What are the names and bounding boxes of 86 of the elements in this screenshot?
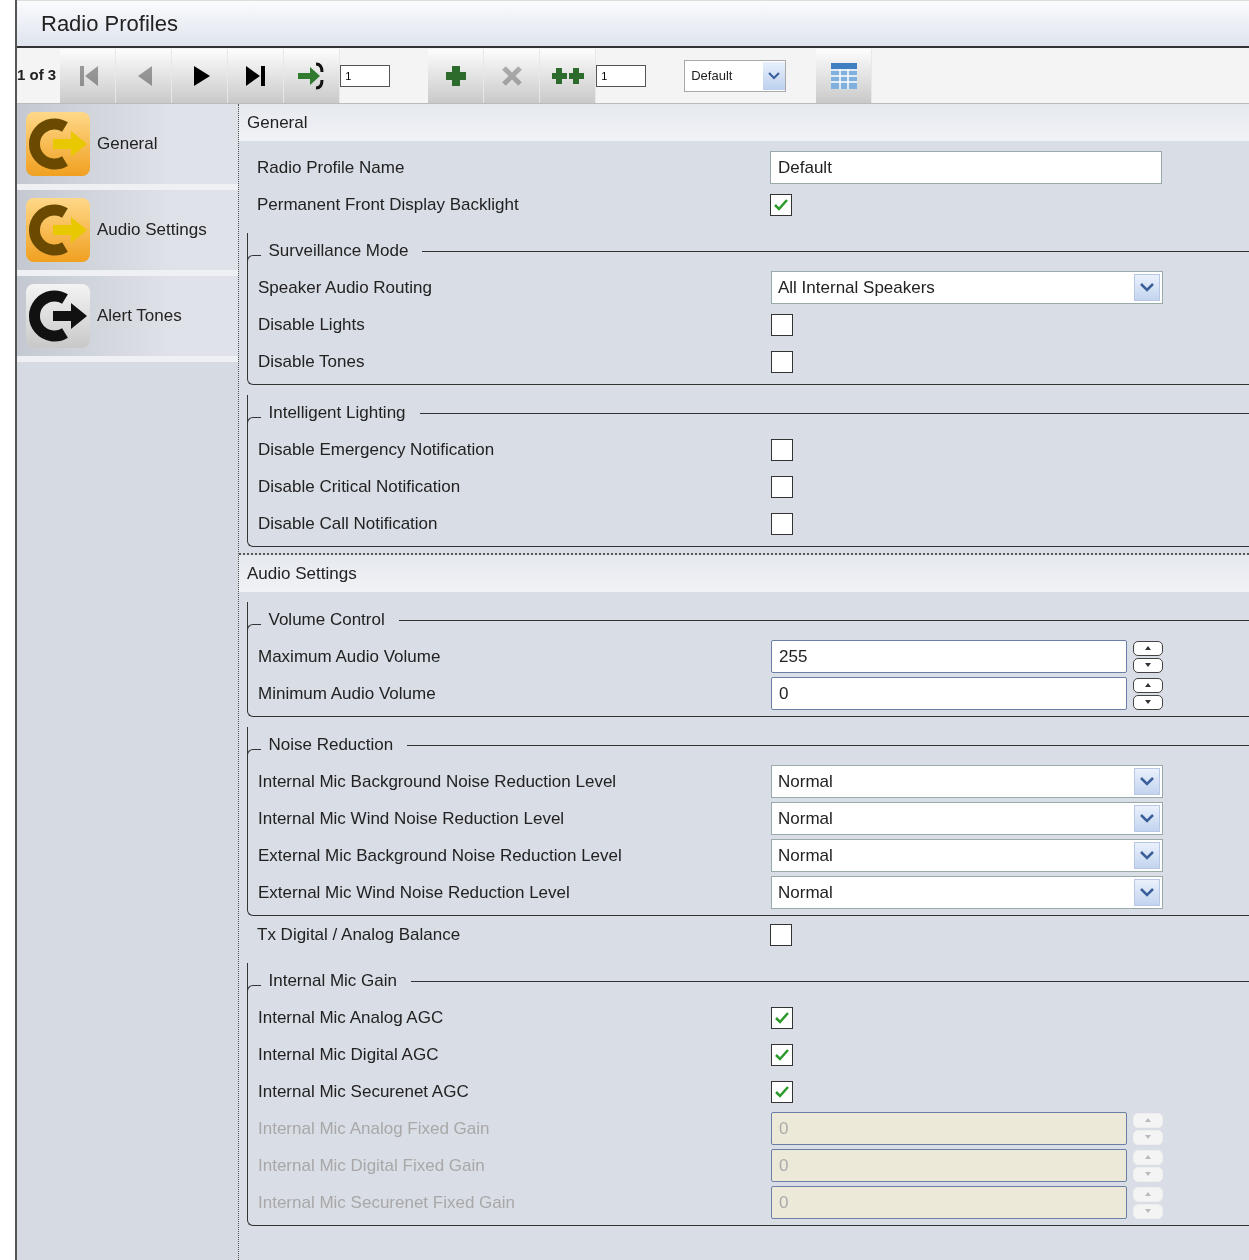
checkbox[interactable] [771,438,793,461]
check-icon [774,1047,790,1062]
window-title: Radio Profiles [41,10,178,38]
triangle-down-icon [1144,1134,1152,1140]
sidebar-label: Alert Tones [97,305,182,328]
checkbox[interactable] [770,193,792,216]
section-header: Audio Settings [247,562,357,585]
checkbox[interactable] [771,313,793,336]
chevron-down-icon [1140,814,1154,823]
group-title: Internal Mic Gain [267,970,397,993]
toolbar-button[interactable] [284,48,341,103]
spin-down-button[interactable] [1133,694,1163,710]
sidebar-label: Audio Settings [97,219,207,242]
count-field[interactable]: 1 [340,64,391,87]
field-label: External Mic Background Noise Reduction Level [258,844,623,867]
field-label: Maximum Audio Volume [258,645,442,668]
sidebar-label: General [97,133,158,156]
field-label: Internal Mic Securenet AGC [258,1080,470,1103]
field-label: External Mic Wind Noise Reduction Level [258,881,571,904]
checkbox[interactable] [771,1080,793,1103]
triangle-down-icon [1144,1171,1152,1177]
checkbox[interactable] [771,1043,793,1066]
dropdown[interactable]: All Internal Speakers [771,271,1163,304]
triangle-up-icon [1144,1154,1152,1160]
sidebar-item[interactable]: General [17,104,238,190]
check-icon [774,1010,790,1025]
page-counter: 1 of 3 [17,65,58,86]
field-label: Internal Mic Analog Fixed Gain [258,1117,491,1140]
field-label: Internal Mic Securenet Fixed Gain [258,1191,516,1214]
check-icon [774,1084,790,1099]
field-label: Internal Mic Digital AGC [258,1043,440,1066]
field-label: Internal Mic Digital Fixed Gain [258,1154,486,1177]
sidebar-item[interactable]: Audio Settings [17,190,238,276]
triangle-up-icon [1144,682,1152,688]
triangle-down-icon [1144,699,1152,705]
triangle-up-icon [1144,1191,1152,1197]
dropdown[interactable]: Normal [771,802,1163,835]
section-header: General [247,111,308,134]
chevron-down-icon [1140,283,1154,292]
field-label: Disable Critical Notification [258,475,462,498]
group-title: Intelligent Lighting [267,402,406,425]
spin-up-button[interactable] [1133,640,1163,656]
group-title: Noise Reduction [267,734,394,757]
field-label: Speaker Audio Routing [258,276,433,299]
group-title: Volume Control [267,609,385,632]
triangle-up-icon [1144,1117,1152,1123]
toolbar-button[interactable] [540,48,597,103]
chevron-down-icon [1140,777,1154,786]
field-label: Internal Mic Analog AGC [258,1006,445,1029]
chevron-down-icon [1140,851,1154,860]
field-label: Radio Profile Name [257,156,406,179]
field-label: Internal Mic Wind Noise Reduction Level [258,807,566,830]
checkbox[interactable] [771,1006,793,1029]
toolbar-button[interactable] [172,48,229,103]
spin-down-button[interactable] [1133,657,1163,673]
checkbox[interactable] [771,350,793,373]
triangle-down-icon [1144,1208,1152,1214]
number-field[interactable]: 0 [771,677,1127,710]
check-icon [773,197,789,212]
count-field[interactable]: 1 [596,64,647,87]
field-label: Permanent Front Display Backlight [257,193,520,216]
chevron-down-icon [768,71,781,80]
toolbar-button[interactable] [428,48,485,103]
checkbox[interactable] [770,923,792,946]
text-field[interactable]: Default [770,151,1162,184]
triangle-up-icon [1144,645,1152,651]
dropdown[interactable]: Normal [771,876,1163,909]
spin-up-button[interactable] [1133,677,1163,693]
dropdown[interactable]: Normal [771,839,1163,872]
field-label: Disable Tones [258,350,366,373]
field-label: Tx Digital / Analog Balance [257,923,462,946]
field-label: Minimum Audio Volume [258,682,437,705]
chevron-down-icon [1140,888,1154,897]
number-field[interactable]: 255 [771,640,1127,673]
checkbox[interactable] [771,475,793,498]
field-label: Disable Lights [258,313,366,336]
toolbar-button[interactable] [228,48,285,103]
group-title: Surveillance Mode [267,240,409,263]
field-label: Disable Emergency Notification [258,438,496,461]
dropdown[interactable]: Normal [771,765,1163,798]
sidebar-item[interactable]: Alert Tones [17,276,238,362]
field-label: Internal Mic Background Noise Reduction Level [258,770,618,793]
checkbox[interactable] [771,512,793,535]
triangle-down-icon [1144,662,1152,668]
profile-dropdown[interactable]: Default [684,59,787,92]
field-label: Disable Call Notification [258,512,439,535]
